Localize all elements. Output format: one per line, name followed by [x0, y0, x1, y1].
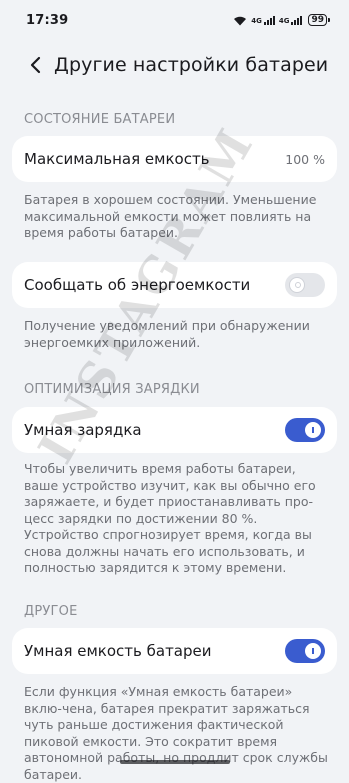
battery-icon: 99: [308, 14, 330, 26]
smart-capacity-toggle[interactable]: [285, 639, 325, 663]
max-capacity-value: 100 %: [285, 151, 325, 167]
energy-notify-description: Получение уведомлений при обнаружении эн…: [24, 318, 310, 350]
header: Другие настройки батареи: [0, 48, 349, 82]
smart-charging-description: Чтобы увеличить время работы батареи, ва…: [24, 461, 316, 575]
smart-capacity-label: Умная емкость батареи: [24, 642, 212, 660]
smart-capacity-row[interactable]: Умная емкость батареи: [12, 628, 337, 674]
energy-notify-toggle[interactable]: [285, 273, 325, 297]
home-indicator[interactable]: [119, 760, 230, 764]
section-title-other: ДРУГОЕ: [24, 604, 78, 619]
section-title-battery-state: СОСТОЯНИЕ БАТАРЕИ: [24, 112, 176, 127]
status-icons: 4G 4G 99: [233, 14, 330, 26]
toggle-knob: [305, 422, 321, 438]
cellular-signal-1-icon: 4G: [251, 15, 275, 25]
smart-charging-toggle[interactable]: [285, 418, 325, 442]
status-bar: 17:39 4G 4G 99: [0, 0, 349, 40]
page-title: Другие настройки батареи: [54, 54, 329, 76]
max-capacity-label: Максимальная емкость: [24, 150, 210, 168]
smart-capacity-description: Если функция «Умная емкость батареи» вкл…: [24, 684, 328, 782]
max-capacity-row[interactable]: Максимальная емкость 100 %: [12, 136, 337, 182]
status-time: 17:39: [26, 12, 69, 28]
wifi-icon: [234, 16, 247, 25]
toggle-knob: [305, 643, 321, 659]
chevron-left-icon: [30, 56, 41, 74]
toggle-knob: [289, 277, 305, 293]
cellular-signal-2-icon: 4G: [279, 15, 303, 25]
back-button[interactable]: [18, 48, 52, 82]
